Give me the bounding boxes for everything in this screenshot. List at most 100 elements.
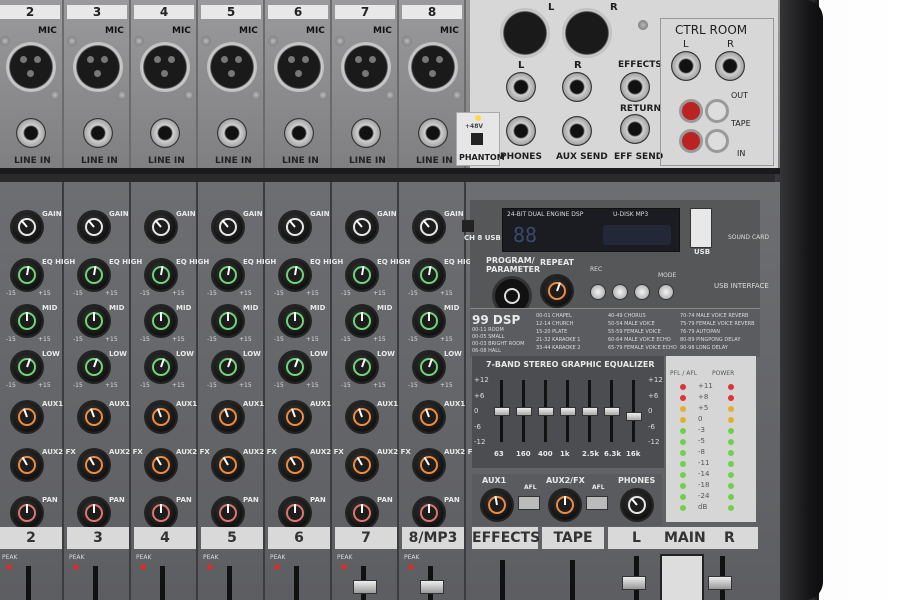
- mid-knob[interactable]: [280, 306, 310, 336]
- channel-fader[interactable]: [420, 580, 444, 594]
- eq-slider-cap[interactable]: [560, 407, 576, 416]
- repeat-knob[interactable]: [542, 276, 572, 306]
- pan-knob[interactable]: [213, 498, 243, 528]
- mid-knob[interactable]: [414, 306, 444, 336]
- pan-knob[interactable]: [280, 498, 310, 528]
- ctrl-room-jack-left[interactable]: [671, 51, 701, 81]
- aux2-knob[interactable]: [213, 450, 243, 480]
- gain-knob[interactable]: [414, 212, 444, 242]
- gain-knob[interactable]: [213, 212, 243, 242]
- channel-fader[interactable]: [353, 580, 377, 594]
- aux2-knob[interactable]: [12, 450, 42, 480]
- eq-slider-cap[interactable]: [538, 407, 554, 416]
- rca-in-right[interactable]: [705, 129, 729, 153]
- low-knob[interactable]: [12, 352, 42, 382]
- gain-knob[interactable]: [12, 212, 42, 242]
- mid-knob[interactable]: [213, 306, 243, 336]
- rca-in-left[interactable]: [679, 129, 703, 153]
- ch8-usb-switch[interactable]: [462, 220, 474, 232]
- aux2-knob[interactable]: [280, 450, 310, 480]
- line-in-jack[interactable]: [83, 118, 113, 148]
- rca-out-right[interactable]: [705, 99, 729, 123]
- mic-xlr-input[interactable]: [408, 42, 458, 92]
- main-out-jack-left[interactable]: [506, 72, 536, 102]
- aux2-knob[interactable]: [146, 450, 176, 480]
- aux1-knob[interactable]: [79, 402, 109, 432]
- pan-knob[interactable]: [79, 498, 109, 528]
- aux1-knob[interactable]: [12, 402, 42, 432]
- mic-xlr-input[interactable]: [140, 42, 190, 92]
- line-in-jack[interactable]: [217, 118, 247, 148]
- mic-xlr-input[interactable]: [341, 42, 391, 92]
- aux1-knob[interactable]: [213, 402, 243, 432]
- mic-xlr-input[interactable]: [274, 42, 324, 92]
- eq-high-knob[interactable]: [213, 260, 243, 290]
- effects-return-jack[interactable]: [620, 72, 650, 102]
- eq-slider-cap[interactable]: [626, 412, 642, 422]
- aux2-knob[interactable]: [79, 450, 109, 480]
- eq-slider-cap[interactable]: [604, 407, 620, 416]
- eq-high-knob[interactable]: [12, 260, 42, 290]
- phantom-switch[interactable]: [471, 133, 483, 145]
- prev-button[interactable]: [612, 284, 628, 300]
- line-in-jack[interactable]: [418, 118, 448, 148]
- ctrl-room-jack-right[interactable]: [715, 51, 745, 81]
- low-knob[interactable]: [146, 352, 176, 382]
- afl1-button[interactable]: [518, 496, 540, 510]
- eq-high-knob[interactable]: [280, 260, 310, 290]
- pan-knob[interactable]: [347, 498, 377, 528]
- phones-jack[interactable]: [506, 116, 536, 146]
- aux1-knob[interactable]: [146, 402, 176, 432]
- aux2-knob[interactable]: [347, 450, 377, 480]
- afl2-button[interactable]: [586, 496, 608, 510]
- aux1-knob[interactable]: [280, 402, 310, 432]
- mid-knob[interactable]: [79, 306, 109, 336]
- eq-high-knob[interactable]: [146, 260, 176, 290]
- gain-knob[interactable]: [79, 212, 109, 242]
- master-aux1-knob[interactable]: [482, 490, 512, 520]
- line-in-jack[interactable]: [150, 118, 180, 148]
- rec-button[interactable]: [590, 284, 606, 300]
- gain-knob[interactable]: [146, 212, 176, 242]
- mode-button[interactable]: [658, 284, 674, 300]
- mic-xlr-input[interactable]: [6, 42, 56, 92]
- next-button[interactable]: [634, 284, 650, 300]
- line-in-jack[interactable]: [351, 118, 381, 148]
- low-knob[interactable]: [414, 352, 444, 382]
- low-knob[interactable]: [280, 352, 310, 382]
- mid-knob[interactable]: [12, 306, 42, 336]
- effects-send-jack[interactable]: [620, 114, 650, 144]
- main-out-xlr-right[interactable]: [562, 8, 612, 58]
- main-fader-left[interactable]: [622, 576, 646, 590]
- mic-xlr-input[interactable]: [207, 42, 257, 92]
- pan-knob[interactable]: [414, 498, 444, 528]
- low-knob[interactable]: [347, 352, 377, 382]
- main-fader-right[interactable]: [708, 576, 732, 590]
- eq-high-knob[interactable]: [347, 260, 377, 290]
- mid-knob[interactable]: [347, 306, 377, 336]
- mid-knob[interactable]: [146, 306, 176, 336]
- pan-knob[interactable]: [12, 498, 42, 528]
- eq-high-knob[interactable]: [79, 260, 109, 290]
- gain-knob[interactable]: [280, 212, 310, 242]
- line-in-jack[interactable]: [16, 118, 46, 148]
- usb-port[interactable]: [690, 208, 712, 248]
- aux1-knob[interactable]: [347, 402, 377, 432]
- aux2-knob[interactable]: [414, 450, 444, 480]
- rca-out-left[interactable]: [679, 99, 703, 123]
- pan-knob[interactable]: [146, 498, 176, 528]
- eq-high-knob[interactable]: [414, 260, 444, 290]
- aux1-knob[interactable]: [414, 402, 444, 432]
- low-knob[interactable]: [79, 352, 109, 382]
- eq-slider-cap[interactable]: [516, 407, 532, 416]
- main-out-xlr-left[interactable]: [500, 8, 550, 58]
- low-knob[interactable]: [213, 352, 243, 382]
- gain-knob[interactable]: [347, 212, 377, 242]
- aux-send-jack[interactable]: [562, 116, 592, 146]
- master-aux2-knob[interactable]: [550, 490, 580, 520]
- mic-xlr-input[interactable]: [73, 42, 123, 92]
- eq-slider-cap[interactable]: [582, 407, 598, 416]
- line-in-jack[interactable]: [284, 118, 314, 148]
- master-phones-knob[interactable]: [622, 490, 652, 520]
- eq-slider-cap[interactable]: [494, 407, 510, 416]
